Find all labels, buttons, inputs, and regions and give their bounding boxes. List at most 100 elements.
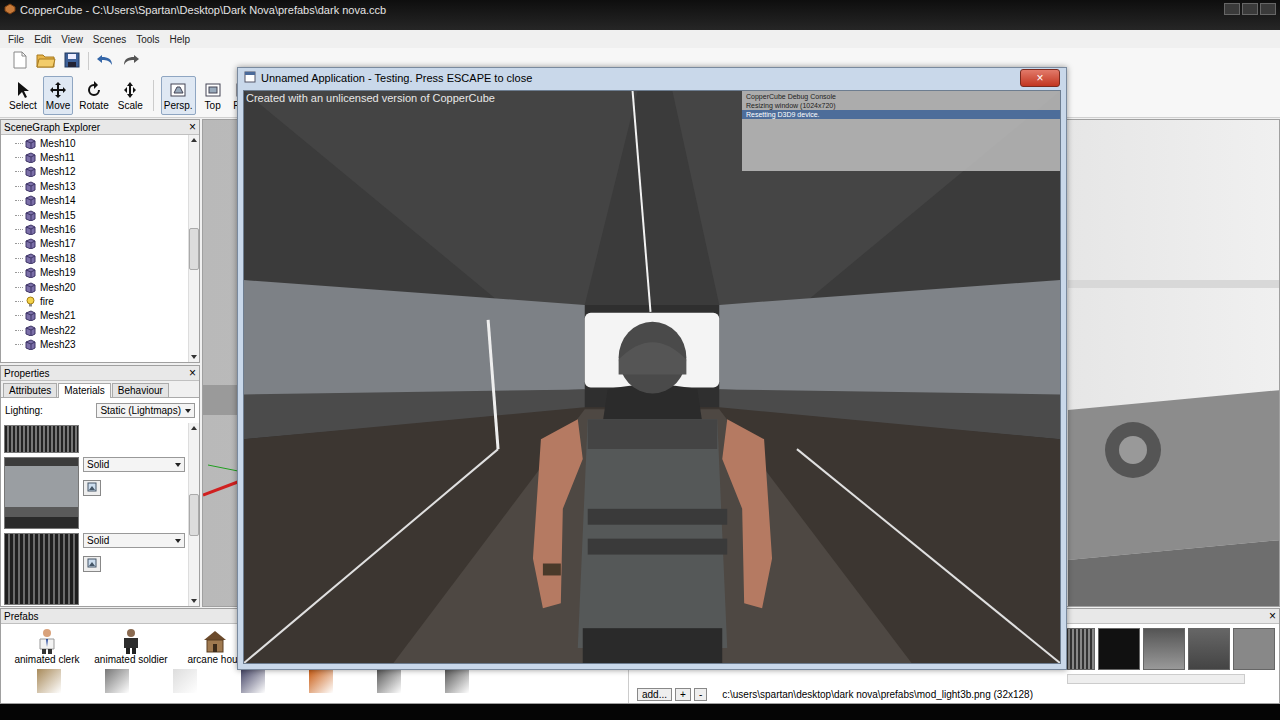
texture-thumbnail[interactable]	[1143, 628, 1185, 670]
graphic-part	[68, 62, 76, 67]
prefab-thumbnail[interactable]	[37, 669, 61, 693]
toolbar-button[interactable]	[62, 51, 82, 71]
tool-button[interactable]: Select	[6, 76, 40, 115]
property-tab[interactable]: Materials	[58, 383, 111, 398]
prefab-thumbnail[interactable]	[241, 669, 265, 693]
panel-close-button[interactable]: ×	[1269, 610, 1276, 622]
graphic-part	[25, 253, 36, 264]
graphic-part	[25, 138, 36, 149]
material-type-dropdown[interactable]: Solid	[83, 533, 185, 548]
prefab-item[interactable]: animated clerk	[9, 628, 85, 665]
panel-close-button[interactable]: ×	[189, 121, 196, 133]
prefab-item[interactable]: animated soldier	[93, 628, 169, 665]
texture-thumbnail[interactable]	[1188, 628, 1230, 670]
lighting-dropdown[interactable]: Static (Lightmaps)	[96, 403, 195, 418]
mesh-cube-icon	[25, 310, 36, 321]
mesh-cube-icon	[25, 152, 36, 163]
graphic-part	[25, 152, 36, 163]
minimize-button[interactable]	[1224, 3, 1240, 15]
horizontal-scrollbar[interactable]	[1067, 674, 1245, 684]
panel-header: Properties ×	[1, 366, 199, 381]
texture-thumbnail[interactable]	[4, 457, 79, 529]
menu-item[interactable]: File	[3, 34, 29, 45]
game-view[interactable]: Created with an unlicensed version of Co…	[243, 90, 1061, 664]
prefab-thumbnail[interactable]	[445, 669, 469, 693]
tree-item[interactable]: Mesh21	[1, 309, 188, 323]
tree-item[interactable]: Mesh13	[1, 179, 188, 193]
close-button[interactable]	[1260, 3, 1276, 15]
graphic-part	[26, 167, 35, 177]
mesh-cube-icon	[25, 282, 36, 293]
tree-line	[15, 229, 23, 230]
texture-thumbnail[interactable]	[1098, 628, 1140, 670]
material-type-dropdown[interactable]: Solid	[83, 457, 185, 472]
tree-item[interactable]: Mesh22	[1, 323, 188, 337]
panel-close-button[interactable]: ×	[189, 367, 196, 379]
plus-button[interactable]: +	[675, 688, 691, 701]
graphic-part	[26, 340, 35, 350]
graphic-part	[26, 213, 35, 221]
texture-thumbnail[interactable]	[4, 533, 79, 605]
tree-item[interactable]: Mesh20	[1, 280, 188, 294]
tree-item[interactable]: fire	[1, 294, 188, 308]
prefab-thumbnail[interactable]	[105, 669, 129, 693]
toolbar-button[interactable]	[121, 51, 141, 71]
graphic-part	[244, 91, 1060, 305]
view-button[interactable]: Persp.	[161, 76, 196, 115]
clerk-figure-icon	[33, 628, 61, 654]
scroll-thumb[interactable]	[189, 228, 199, 270]
tree-item[interactable]: Mesh23	[1, 337, 188, 351]
prefab-thumbnail[interactable]	[173, 669, 197, 693]
scroll-up-icon[interactable]	[191, 138, 197, 142]
prefab-row	[9, 669, 628, 693]
tree-item[interactable]: Mesh16	[1, 222, 188, 236]
toolbar-button[interactable]	[36, 51, 56, 71]
mesh-cube-icon	[25, 224, 36, 235]
tree-item[interactable]: Mesh12	[1, 165, 188, 179]
menu-item[interactable]: Edit	[29, 34, 56, 45]
tree-item[interactable]: Mesh17	[1, 237, 188, 251]
minus-button[interactable]: -	[694, 688, 707, 701]
tool-button[interactable]: Move	[43, 76, 73, 115]
scrollbar[interactable]	[188, 423, 199, 606]
view-button[interactable]: Top	[199, 76, 227, 115]
graphic-part	[68, 54, 76, 59]
tree-item[interactable]: Mesh11	[1, 150, 188, 164]
panel-title: Properties	[4, 368, 50, 379]
view-label: Persp.	[164, 100, 193, 111]
scroll-thumb[interactable]	[189, 494, 199, 536]
graphic-part	[42, 649, 46, 654]
toolbar-button[interactable]	[10, 51, 30, 71]
menu-item[interactable]: Help	[165, 34, 196, 45]
tree-item[interactable]: Mesh14	[1, 194, 188, 208]
tree-item[interactable]: Mesh19	[1, 266, 188, 280]
graphic-part	[88, 483, 96, 491]
texture-browse-button[interactable]	[83, 480, 101, 496]
graphic-part	[204, 82, 222, 98]
undo-arrow-icon	[96, 52, 114, 70]
tree-item[interactable]: Mesh18	[1, 251, 188, 265]
scrollbar[interactable]	[188, 135, 199, 362]
property-tab[interactable]: Attributes	[3, 383, 57, 397]
maximize-button[interactable]	[1242, 3, 1258, 15]
tool-button[interactable]: Scale	[115, 76, 146, 115]
prefab-thumbnail[interactable]	[377, 669, 401, 693]
tree-item[interactable]: Mesh10	[1, 136, 188, 150]
property-tab[interactable]: Behaviour	[112, 383, 169, 397]
texture-thumbnail[interactable]	[1233, 628, 1275, 670]
graphic-part	[37, 59, 55, 67]
scroll-down-icon[interactable]	[191, 355, 197, 359]
menu-item[interactable]: Tools	[131, 34, 164, 45]
menu-item[interactable]: Scenes	[88, 34, 131, 45]
texture-browse-button[interactable]	[83, 556, 101, 572]
graphic-part	[25, 195, 36, 206]
toolbar-button[interactable]	[95, 51, 115, 71]
scroll-up-icon[interactable]	[191, 426, 197, 430]
add-button[interactable]: add...	[637, 688, 672, 701]
menu-item[interactable]: View	[56, 34, 88, 45]
tree-item[interactable]: Mesh15	[1, 208, 188, 222]
tool-button[interactable]: Rotate	[76, 76, 111, 115]
scroll-down-icon[interactable]	[191, 599, 197, 603]
test-window-close-button[interactable]: ×	[1020, 69, 1060, 87]
prefab-thumbnail[interactable]	[309, 669, 333, 693]
